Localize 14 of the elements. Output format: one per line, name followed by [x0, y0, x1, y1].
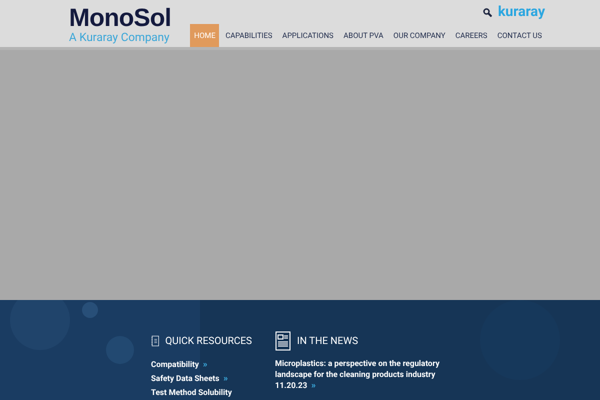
section-heading: IN THE NEWS	[297, 334, 358, 348]
chevron-icon: »	[202, 360, 208, 370]
logo-tagline: A Kuraray Company	[69, 31, 170, 43]
section-heading: QUICK RESOURCES	[165, 334, 252, 348]
chevron-icon: »	[223, 374, 228, 384]
logo-text[interactable]: MonoSol	[69, 5, 172, 31]
resource-link[interactable]: Compatibility »	[151, 358, 252, 372]
news-date: 11.20.23 »	[275, 380, 317, 392]
news-headline[interactable]: Microplastics: a perspective on the regulatory landscape for the cleaning products industry	[275, 358, 445, 380]
search-icon[interactable]	[482, 8, 492, 16]
chevron-icon: »	[311, 381, 316, 391]
resource-link[interactable]: Safety Data Sheets »	[151, 372, 252, 386]
resource-link[interactable]: Test Method Solubility	[151, 386, 252, 400]
newspaper-icon	[275, 331, 291, 351]
